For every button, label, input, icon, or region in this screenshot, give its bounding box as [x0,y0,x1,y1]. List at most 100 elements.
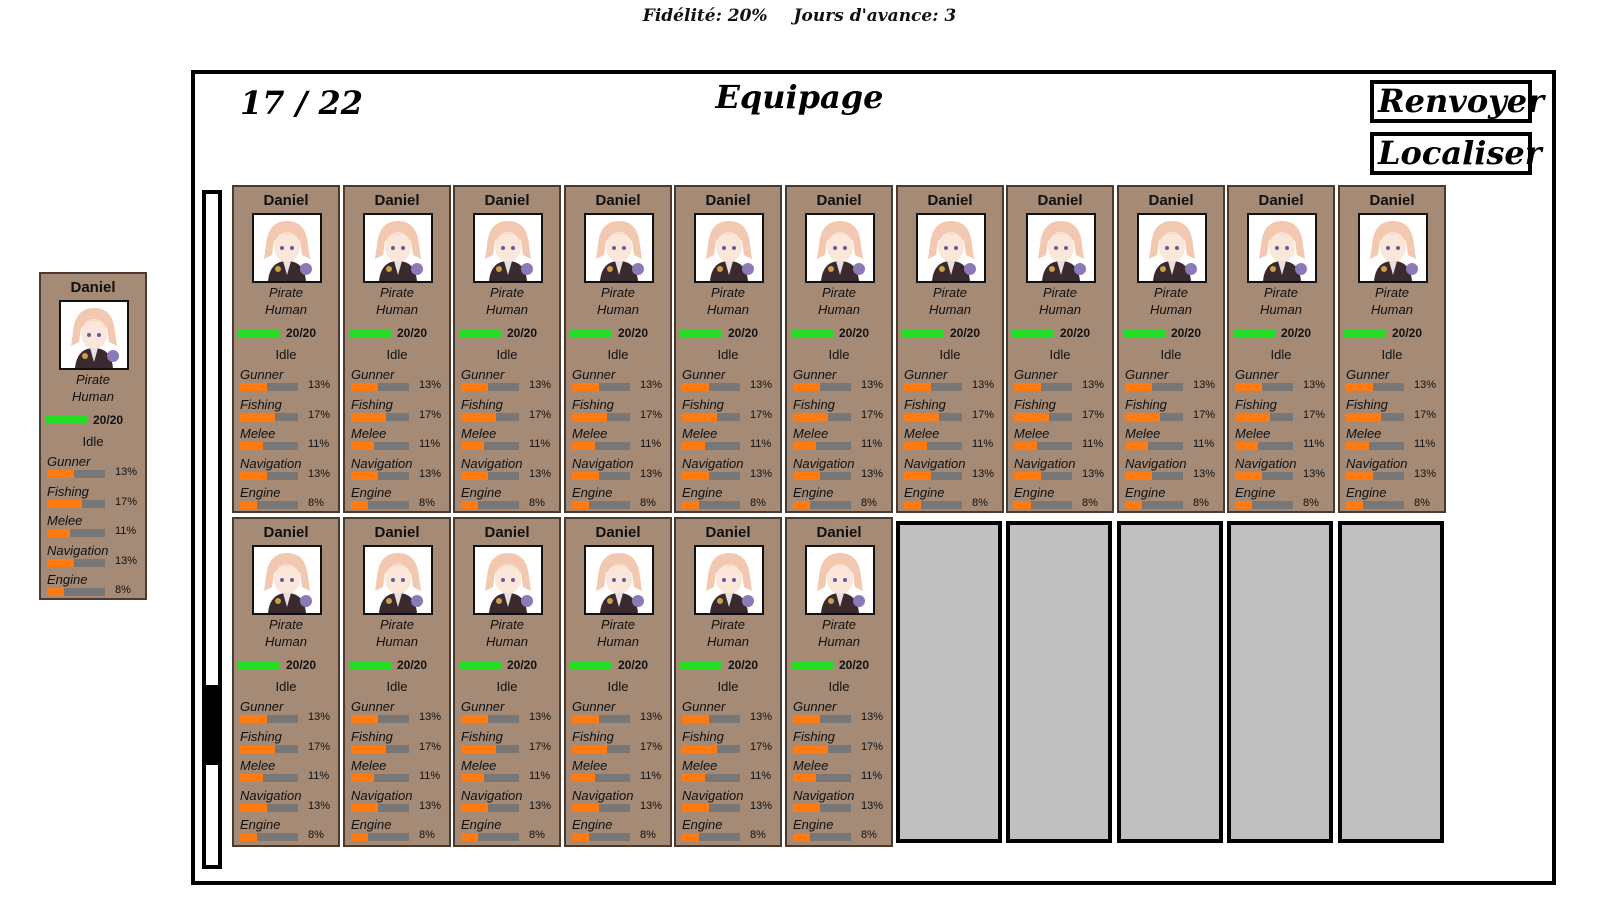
crew-card[interactable]: Daniel Pirate Human 20/20 Idle Gunner 13% Fishi… [674,185,782,513]
skill-row: Gunner 13% [240,699,340,727]
skill-name: Engine [1125,485,1166,500]
crew-card[interactable]: Daniel Pirate Human 20/20 Idle Gunner 13% Fishi… [564,517,672,847]
skill-percent: 17% [972,408,995,421]
skill-bar-fill [793,383,820,391]
skill-row: Gunner 13% [793,367,893,395]
crew-portrait [694,213,764,283]
skill-percent: 17% [115,495,138,508]
skill-name: Gunner [351,367,395,382]
crew-card[interactable]: Daniel Pirate Human 20/20 Idle Gunner 13% Fishi… [39,272,147,600]
skill-row: Fishing 17% [240,397,340,425]
crew-card[interactable]: Daniel Pirate Human 20/20 Idle Gunner 13% Fishi… [343,517,451,847]
skill-row: Fishing 17% [461,729,561,757]
skill-percent: 11% [308,770,330,782]
crew-card[interactable]: Daniel Pirate Human 20/20 Idle Gunner 13% Fishi… [232,517,340,847]
skill-percent: 8% [972,497,988,509]
skill-name: Gunner [904,367,948,382]
empty-crew-slot[interactable] [1227,521,1333,843]
skill-percent: 17% [640,408,663,421]
health-bar [1233,329,1275,337]
skill-bar [1014,471,1072,480]
skill-bar [572,715,630,723]
skill-percent: 13% [640,467,663,480]
scrollbar-thumb[interactable] [206,685,218,765]
crew-card[interactable]: Daniel Pirate Human 20/20 Idle Gunner 13% Fishi… [785,185,893,513]
health-bar [238,661,280,669]
selected-crew-card: Daniel Pirate Human 20/20 Idle Gunner 13% Fishi… [39,272,147,600]
crew-name: Daniel [816,524,862,541]
crew-card[interactable]: Daniel Pirate Human 20/20 Idle Gunner 13% Fishi… [1006,185,1114,513]
skill-row: Gunner 13% [1014,367,1114,395]
skill-bar [461,412,519,421]
skill-name: Melee [461,758,497,773]
crew-status: Idle [1160,347,1182,362]
crew-card[interactable]: Daniel Pirate Human 20/20 Idle Gunner 13% Fishi… [1227,185,1335,513]
skill-row: Navigation 13% [682,788,782,816]
crew-race: Human [72,389,114,404]
skill-bar-fill [240,744,275,753]
skill-row: Navigation 13% [572,456,672,484]
skill-bar [461,715,519,723]
crew-name: Daniel [595,192,641,209]
empty-crew-slot[interactable] [1006,521,1112,843]
skill-percent: 13% [308,379,331,391]
crew-card[interactable]: Daniel Pirate Human 20/20 Idle Gunner 13% Fishi… [343,185,451,513]
crew-card[interactable]: Daniel Pirate Human 20/20 Idle Gunner 13% Fishi… [785,517,893,847]
skill-bar-fill [1125,471,1152,480]
skill-bar [904,442,962,450]
skill-bar-fill [240,833,257,841]
skill-name: Melee [240,426,276,441]
empty-crew-slot[interactable] [1117,521,1223,843]
skill-row: Fishing 17% [1014,397,1114,425]
skill-name: Navigation [1346,455,1408,471]
crew-card[interactable]: Daniel Pirate Human 20/20 Idle Gunner 13% Fishi… [1338,185,1446,513]
crew-card[interactable]: Daniel Pirate Human 20/20 Idle Gunner 13% Fishi… [453,517,561,847]
crew-status: Idle [828,679,850,694]
crew-name: Daniel [484,524,530,541]
crew-status: Idle [717,679,739,694]
crew-status: Idle [828,347,850,362]
skill-bar-fill [1014,383,1041,391]
crew-card[interactable]: Daniel Pirate Human 20/20 Idle Gunner 13% Fishi… [232,185,340,513]
crew-name: Daniel [1258,192,1304,209]
skill-name: Fishing [240,728,282,744]
crew-card[interactable]: Daniel Pirate Human 20/20 Idle Gunner 13% Fishi… [1117,185,1225,513]
skill-percent: 13% [750,799,773,812]
skill-bar-fill [47,499,82,508]
crew-race: Human [707,302,749,317]
crew-role: Pirate [490,617,524,632]
crew-status: Idle [386,347,408,362]
skill-name: Engine [1014,485,1055,500]
skill-bar-fill [1125,442,1148,450]
skill-name: Melee [793,426,829,441]
skill-name: Fishing [351,396,393,412]
skill-name: Fishing [461,728,503,744]
skill-row: Fishing 17% [682,397,782,425]
scrollbar[interactable] [202,190,222,869]
health-value: 20/20 [618,326,649,340]
dismiss-button[interactable]: Renvoyer [1370,80,1544,123]
crew-role: Pirate [380,617,414,632]
empty-crew-slot[interactable] [896,521,1002,843]
skill-bar-fill [904,471,931,480]
skill-bar [47,470,105,478]
skill-row: Fishing 17% [1346,397,1446,425]
skill-percent: 8% [308,497,324,509]
health-value: 20/20 [1060,326,1091,340]
skill-percent: 13% [1414,467,1437,480]
crew-card[interactable]: Daniel Pirate Human 20/20 Idle Gunner 13% Fishi… [564,185,672,513]
skill-bar [240,715,298,723]
skill-bar [682,412,740,421]
skill-bar [572,833,630,841]
skill-name: Melee [572,426,608,441]
skill-percent: 11% [419,438,441,450]
crew-card[interactable]: Daniel Pirate Human 20/20 Idle Gunner 13% Fishi… [674,517,782,847]
crew-card[interactable]: Daniel Pirate Human 20/20 Idle Gunner 13% Fishi… [453,185,561,513]
crew-card[interactable]: Daniel Pirate Human 20/20 Idle Gunner 13% Fishi… [896,185,1004,513]
skill-name: Melee [1125,426,1161,441]
locate-button[interactable]: Localiser [1370,132,1542,175]
skill-bar [240,412,298,421]
skill-bar [1235,501,1293,509]
skill-percent: 13% [861,379,884,391]
empty-crew-slot[interactable] [1338,521,1444,843]
